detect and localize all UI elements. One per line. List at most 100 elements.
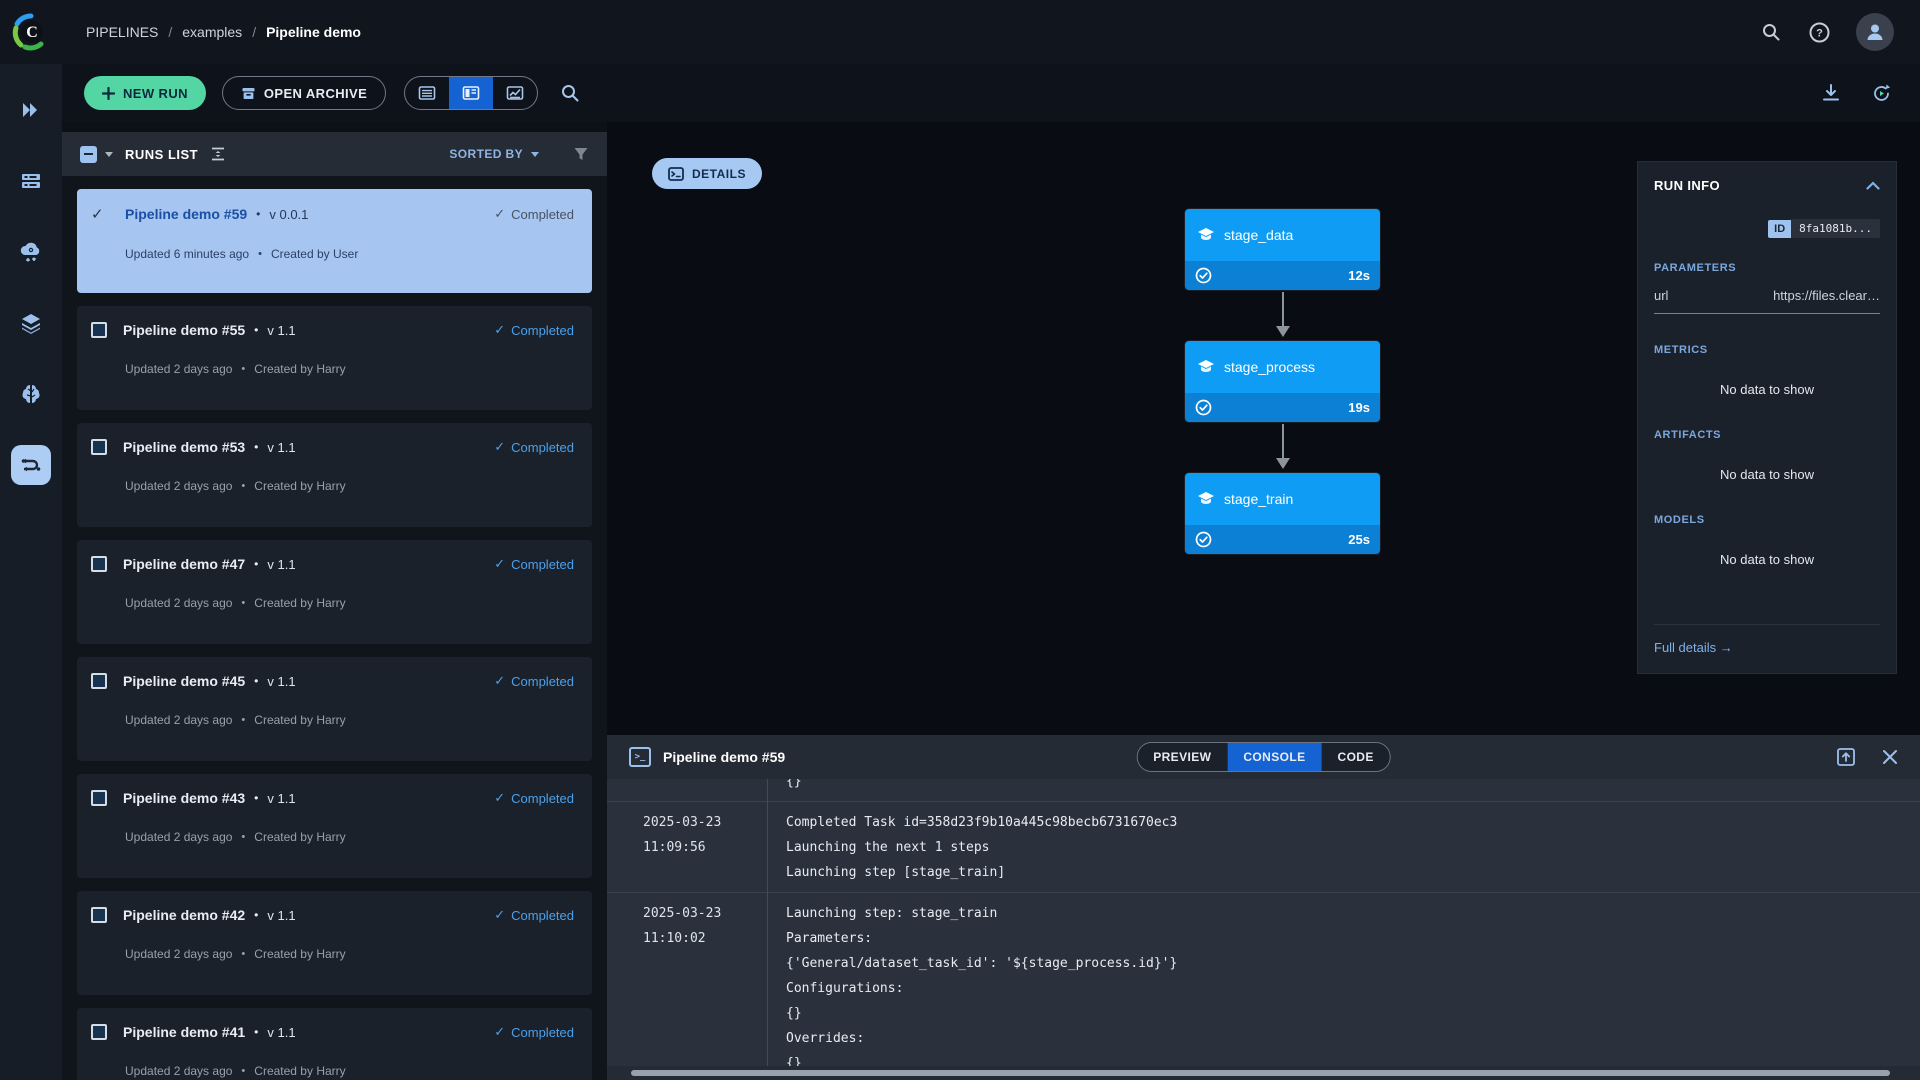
run-list-item[interactable]: ✓ Pipeline demo #47 • v 1.1 ✓Completed U… — [77, 540, 592, 644]
run-author: Created by Harry — [254, 830, 345, 844]
metrics-empty-text: No data to show — [1654, 382, 1880, 397]
console-log[interactable]: {} 2025-03-23 11:09:56 Completed Task id… — [607, 779, 1920, 1066]
nav-applications[interactable] — [11, 232, 51, 272]
search-runs-icon[interactable] — [560, 83, 580, 103]
run-list-item[interactable]: ✓ Pipeline demo #45 • v 1.1 ✓Completed U… — [77, 657, 592, 761]
full-details-link[interactable]: Full details → — [1654, 640, 1733, 655]
clearml-logo-icon: C — [11, 12, 51, 52]
selected-check-icon: ✓ — [91, 205, 111, 223]
run-meta: Updated 2 days ago • Created by Harry — [125, 362, 574, 376]
cloud-gear-icon — [18, 239, 44, 265]
parameters-section-label: PARAMETERS — [1654, 262, 1880, 274]
download-icon[interactable] — [1821, 83, 1841, 103]
log-messages: Launching step: stage_trainParameters:{'… — [768, 893, 1177, 1066]
selection-dropdown-icon[interactable] — [105, 152, 113, 157]
run-list-item[interactable]: ✓ Pipeline demo #42 • v 1.1 ✓Completed U… — [77, 891, 592, 995]
parameter-value: https://files.clear… — [1773, 288, 1880, 303]
details-button[interactable]: DETAILS — [652, 158, 762, 189]
dag-arrow — [1273, 290, 1293, 341]
completed-circle-icon — [1195, 399, 1212, 416]
pipeline-step-node[interactable]: stage_data 12s — [1185, 209, 1380, 290]
breadcrumb-separator: / — [252, 24, 256, 40]
search-icon[interactable] — [1760, 21, 1782, 43]
console-tab-console[interactable]: CONSOLE — [1227, 743, 1321, 771]
new-run-button[interactable]: NEW RUN — [84, 76, 206, 110]
run-version: v 1.1 — [267, 1025, 295, 1040]
run-checkbox[interactable] — [91, 439, 107, 455]
pipeline-step-node[interactable]: stage_train 25s — [1185, 473, 1380, 554]
run-checkbox[interactable] — [91, 1024, 107, 1040]
sorted-by-caret-icon — [531, 152, 539, 157]
table-view-button[interactable] — [405, 77, 449, 109]
breadcrumb-separator: / — [168, 24, 172, 40]
console-tab-code[interactable]: CODE — [1322, 743, 1390, 771]
log-timestamp — [607, 779, 768, 802]
dot-separator: • — [254, 674, 258, 688]
run-status-badge: ✓Completed — [494, 790, 574, 806]
run-updated: Updated 2 days ago — [125, 713, 232, 727]
expand-panel-icon[interactable] — [1836, 747, 1856, 767]
log-row: {} — [607, 779, 1920, 802]
run-updated: Updated 2 days ago — [125, 1064, 232, 1078]
run-checkbox[interactable] — [91, 907, 107, 923]
chevron-up-icon[interactable] — [1866, 181, 1880, 190]
run-list-item[interactable]: ✓ Pipeline demo #55 • v 1.1 ✓Completed U… — [77, 306, 592, 410]
breadcrumb-examples[interactable]: examples — [182, 24, 242, 40]
step-duration: 19s — [1348, 400, 1370, 415]
nav-workers-queues[interactable] — [11, 161, 51, 201]
chart-view-button[interactable] — [493, 77, 537, 109]
nav-pipelines[interactable] — [11, 445, 51, 485]
run-list-item[interactable]: ✓ Pipeline demo #59 • v 0.0.1 ✓Completed… — [77, 189, 592, 293]
brain-icon — [19, 382, 43, 406]
horizontal-scrollbar — [607, 1066, 1920, 1080]
refresh-icon[interactable] — [1871, 83, 1892, 104]
run-checkbox[interactable] — [91, 322, 107, 338]
pipeline-graph-area: DETAILS stage_data 12s stage_process 19s… — [607, 122, 1920, 1080]
run-updated: Updated 2 days ago — [125, 596, 232, 610]
nav-models[interactable] — [11, 374, 51, 414]
open-archive-button[interactable]: OPEN ARCHIVE — [222, 76, 386, 110]
log-line: {'General/dataset_task_id': '${stage_pro… — [786, 951, 1177, 976]
run-name: Pipeline demo #41 — [123, 1024, 245, 1040]
breadcrumb-current: Pipeline demo — [266, 24, 361, 40]
run-meta: Updated 2 days ago • Created by Harry — [125, 947, 574, 961]
run-name: Pipeline demo #47 — [123, 556, 245, 572]
breadcrumb-pipelines[interactable]: PIPELINES — [86, 24, 158, 40]
console-panel: >_ Pipeline demo #59 PREVIEWCONSOLECODE — [607, 735, 1920, 1080]
pipeline-step-node[interactable]: stage_process 19s — [1185, 341, 1380, 422]
step-duration: 12s — [1348, 268, 1370, 283]
terminal-icon — [668, 167, 684, 181]
console-tab-preview[interactable]: PREVIEW — [1137, 743, 1227, 771]
sorted-by-control[interactable]: SORTED BY — [449, 147, 539, 161]
run-name: Pipeline demo #53 — [123, 439, 245, 455]
log-messages: {} — [768, 779, 802, 802]
app-root: C PIPELINES / examples / Pipeline demo ? — [0, 0, 1920, 1080]
run-checkbox[interactable] — [91, 556, 107, 572]
log-line: {} — [786, 779, 802, 794]
completed-check-icon: ✓ — [494, 206, 505, 222]
split-view-button[interactable] — [449, 77, 493, 109]
runs-list-title: RUNS LIST — [125, 147, 198, 162]
clearml-logo[interactable]: C — [0, 0, 62, 64]
collapse-rows-icon[interactable] — [210, 146, 226, 162]
run-checkbox[interactable] — [91, 673, 107, 689]
scrollbar-thumb[interactable] — [631, 1070, 1890, 1076]
models-empty-text: No data to show — [1654, 552, 1880, 567]
run-id-chip[interactable]: ID 8fa1081b... — [1768, 219, 1880, 238]
run-name: Pipeline demo #45 — [123, 673, 245, 689]
run-checkbox[interactable] — [91, 790, 107, 806]
run-id-value: 8fa1081b... — [1791, 219, 1880, 238]
close-icon[interactable] — [1882, 749, 1898, 765]
avatar[interactable] — [1856, 13, 1894, 51]
terminal-icon: >_ — [629, 747, 651, 767]
select-all-checkbox[interactable] — [80, 146, 97, 163]
help-icon[interactable]: ? — [1808, 21, 1830, 43]
run-list-item[interactable]: ✓ Pipeline demo #43 • v 1.1 ✓Completed U… — [77, 774, 592, 878]
filter-icon[interactable] — [573, 146, 589, 162]
run-author: Created by Harry — [254, 713, 345, 727]
run-list-item[interactable]: ✓ Pipeline demo #53 • v 1.1 ✓Completed U… — [77, 423, 592, 527]
nav-datasets[interactable] — [11, 303, 51, 343]
run-author: Created by Harry — [254, 1064, 345, 1078]
run-list-item[interactable]: ✓ Pipeline demo #41 • v 1.1 ✓Completed U… — [77, 1008, 592, 1080]
nav-projects[interactable] — [11, 90, 51, 130]
